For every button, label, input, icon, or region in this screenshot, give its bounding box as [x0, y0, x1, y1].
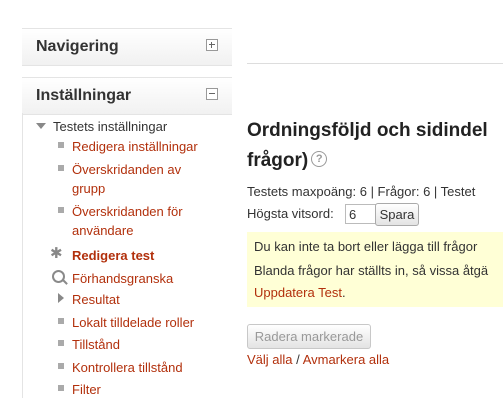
settings-block: Inställningar Testets inställningar Redi… — [22, 77, 232, 398]
tree-item-label[interactable]: Förhandsgranska — [72, 269, 173, 288]
tree-item-label[interactable]: Resultat — [72, 290, 120, 309]
max-grade-label: Högsta vitsord: — [247, 206, 334, 221]
magnifier-icon — [52, 270, 65, 283]
page-title-line2: frågor)? — [247, 146, 488, 176]
deselect-all-link[interactable]: Avmarkera alla — [303, 352, 389, 367]
navigation-block-title: Navigering — [36, 38, 119, 55]
tree-item-label[interactable]: Överskridanden för — [72, 202, 183, 221]
navigation-block-header[interactable]: Navigering — [22, 28, 232, 66]
bullet-icon — [58, 207, 64, 213]
tree-item-label[interactable]: Kontrollera tillstånd — [72, 358, 183, 377]
bullet-icon — [58, 318, 64, 324]
max-grade-input[interactable] — [345, 204, 379, 224]
tree-root-label: Testets inställningar — [53, 119, 168, 134]
separator: / — [296, 352, 300, 367]
bullet-icon — [58, 363, 64, 369]
bullet-icon — [58, 385, 64, 391]
help-icon[interactable]: ? — [311, 150, 328, 167]
notice-period: . — [341, 285, 346, 300]
tree-item-label[interactable]: Redigera inställningar — [72, 137, 198, 156]
select-all-link[interactable]: Välj alla — [247, 352, 293, 367]
page-title: Ordningsföljd och sidindel frågor)? — [247, 116, 488, 176]
gear-icon: ✱ — [50, 245, 63, 262]
navigation-block: Navigering — [22, 28, 232, 66]
block-border — [22, 113, 23, 398]
tree-item-label-line2[interactable]: grupp — [72, 179, 105, 198]
tree-item-label[interactable]: Filter — [72, 380, 101, 399]
save-button[interactable]: Spara — [375, 203, 419, 226]
selection-links: Välj alla / Avmarkera alla — [247, 352, 389, 367]
update-quiz-link[interactable]: Uppdatera Test — [254, 285, 342, 300]
notice-line-2: Blanda frågor har ställts in, så vissa å… — [254, 263, 489, 278]
tree-item-label[interactable]: Överskridanden av — [72, 160, 181, 179]
bullet-icon — [58, 165, 64, 171]
bullet-icon — [58, 340, 64, 346]
plus-icon[interactable] — [206, 39, 218, 51]
tree-item-label[interactable]: Tillstånd — [72, 335, 120, 354]
collapsed-icon[interactable] — [58, 293, 64, 303]
notice-line-1: Du kan inte ta bort eller lägga till frå… — [254, 239, 478, 254]
delete-selected-button[interactable]: Radera markerade — [247, 324, 371, 349]
divider — [247, 63, 503, 64]
tree-item-label[interactable]: Redigera test — [72, 246, 154, 265]
tree-item-label[interactable]: Lokalt tilldelade roller — [72, 313, 194, 332]
notice-box: Du kan inte ta bort eller lägga till frå… — [247, 232, 503, 307]
tree-item-label-line2[interactable]: användare — [72, 221, 133, 240]
bullet-icon — [58, 142, 64, 148]
quiz-info: Testets maxpoäng: 6 | Frågor: 6 | Testet — [247, 184, 476, 199]
settings-block-header[interactable]: Inställningar — [22, 77, 232, 115]
minus-icon[interactable] — [206, 88, 218, 100]
settings-block-title: Inställningar — [36, 87, 132, 104]
notice-line-3: Uppdatera Test. — [254, 285, 346, 300]
expanded-icon[interactable] — [36, 123, 46, 129]
page-title-line1: Ordningsföljd och sidindel — [247, 120, 488, 141]
page-title-line2-text: frågor) — [247, 150, 309, 171]
